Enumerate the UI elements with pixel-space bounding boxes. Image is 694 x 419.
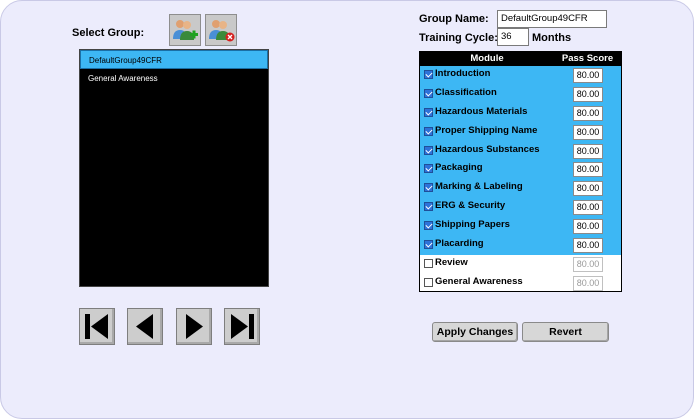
pass-score-input[interactable]: 80.00 xyxy=(573,143,603,159)
module-name: ERG & Security xyxy=(435,200,506,212)
add-group-icon xyxy=(173,20,198,40)
pass-score-input: 80.00 xyxy=(573,275,603,291)
module-name: Hazardous Materials xyxy=(435,105,528,117)
pass-score-input[interactable]: 80.00 xyxy=(573,238,603,254)
module-row: General Awareness 80.00 xyxy=(420,274,621,293)
module-name: Shipping Papers xyxy=(435,219,510,231)
group-item-general-awareness[interactable]: General Awareness xyxy=(80,69,268,88)
pass-score-column-header: Pass Score xyxy=(561,53,614,64)
first-button[interactable] xyxy=(79,308,115,345)
module-name: Packaging xyxy=(435,162,483,174)
module-table: Module Pass Score Introduction 80.00 Class… xyxy=(419,51,622,292)
group-name-label: Group Name: xyxy=(419,13,489,25)
module-name: Introduction xyxy=(435,68,491,79)
months-label: Months xyxy=(532,32,572,44)
module-name: Marking & Labeling xyxy=(435,181,523,193)
first-icon xyxy=(85,314,108,339)
apply-changes-button[interactable]: Apply Changes xyxy=(432,322,518,342)
last-button[interactable] xyxy=(224,308,260,345)
module-checkbox[interactable] xyxy=(424,126,433,136)
module-checkbox[interactable] xyxy=(424,145,433,155)
module-checkbox[interactable] xyxy=(424,70,433,79)
next-button[interactable] xyxy=(176,308,212,345)
module-row: Marking & Labeling 80.00 xyxy=(420,179,621,199)
previous-button[interactable] xyxy=(127,308,163,345)
module-name: Classification xyxy=(435,86,497,98)
pass-score-input[interactable]: 80.00 xyxy=(573,219,603,235)
main-panel: Select Group: DefaultGroup49CFR General … xyxy=(0,0,694,419)
pass-score-input[interactable]: 80.00 xyxy=(573,200,603,216)
pass-score-input[interactable]: 80.00 xyxy=(573,86,603,102)
module-row: Shipping Papers 80.00 xyxy=(420,217,621,237)
group-item-default[interactable]: DefaultGroup49CFR xyxy=(80,50,268,69)
remove-group-button[interactable] xyxy=(205,14,237,46)
training-cycle-label: Training Cycle: xyxy=(419,32,498,44)
module-checkbox[interactable] xyxy=(424,221,433,231)
pass-score-input: 80.00 xyxy=(573,256,603,272)
group-name-input[interactable]: DefaultGroup49CFR xyxy=(497,10,607,28)
module-table-header: Module Pass Score xyxy=(420,52,621,66)
module-row: Hazardous Materials 80.00 xyxy=(420,103,621,123)
module-row: ERG & Security 80.00 xyxy=(420,198,621,218)
add-group-button[interactable] xyxy=(169,14,201,46)
group-list[interactable]: DefaultGroup49CFR General Awareness xyxy=(79,49,269,287)
module-checkbox[interactable] xyxy=(424,107,433,117)
module-checkbox[interactable] xyxy=(424,202,433,212)
module-name: General Awareness xyxy=(435,275,523,287)
module-checkbox[interactable] xyxy=(424,183,433,193)
module-row: Hazardous Substances 80.00 xyxy=(420,141,621,161)
module-checkbox[interactable] xyxy=(424,258,433,268)
module-name: Review xyxy=(435,256,468,268)
previous-icon xyxy=(136,314,153,339)
module-row: Review 80.00 xyxy=(420,255,621,274)
last-icon xyxy=(231,314,254,339)
select-group-label: Select Group: xyxy=(72,27,145,39)
module-name: Placarding xyxy=(435,238,484,250)
module-checkbox[interactable] xyxy=(424,164,433,174)
training-cycle-input[interactable]: 36 xyxy=(497,28,529,46)
pass-score-input[interactable]: 80.00 xyxy=(573,181,603,197)
module-row: Placarding 80.00 xyxy=(420,236,621,255)
revert-button[interactable]: Revert xyxy=(522,322,609,342)
next-icon xyxy=(186,314,203,339)
pass-score-input[interactable]: 80.00 xyxy=(573,105,603,121)
module-checkbox[interactable] xyxy=(424,88,433,98)
pass-score-input[interactable]: 80.00 xyxy=(573,124,603,140)
module-row: Classification 80.00 xyxy=(420,84,621,104)
module-row: Packaging 80.00 xyxy=(420,160,621,180)
module-row: Proper Shipping Name 80.00 xyxy=(420,122,621,142)
pass-score-input[interactable]: 80.00 xyxy=(573,68,603,83)
pass-score-input[interactable]: 80.00 xyxy=(573,162,603,178)
module-checkbox[interactable] xyxy=(424,240,433,250)
module-name: Proper Shipping Name xyxy=(435,124,538,136)
module-column-header: Module xyxy=(470,53,504,64)
module-name: Hazardous Substances xyxy=(435,143,540,155)
module-checkbox[interactable] xyxy=(424,277,433,287)
module-row: Introduction 80.00 xyxy=(420,66,621,85)
remove-group-icon xyxy=(209,20,235,42)
